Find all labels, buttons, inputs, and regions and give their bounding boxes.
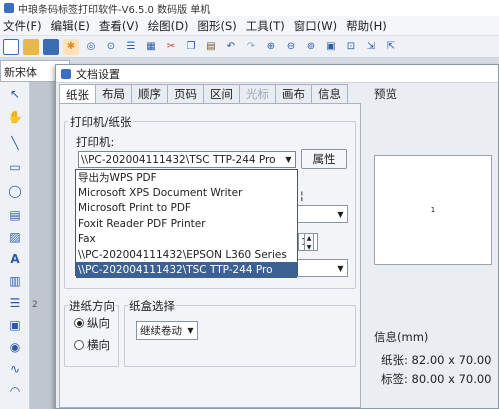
tray-select-value: 继续卷动: [140, 325, 182, 337]
tab-order[interactable]: 顺序: [131, 84, 168, 103]
zoom-fit-icon[interactable]: ⊚: [303, 39, 319, 55]
label-size-info: 标签: 80.00 x 70.00: [381, 372, 492, 386]
preview-label: 预览: [374, 87, 397, 101]
ellipse-tool-icon[interactable]: ◯: [6, 182, 24, 200]
printer-dropdown-list: 导出为WPS PDF Microsoft XPS Document Writer…: [75, 169, 298, 278]
copy-icon[interactable]: ❐: [183, 39, 199, 55]
printer-select[interactable]: \\PC-202004111432\TSC TTP-244 Pro ▼: [78, 151, 296, 168]
barcode-tool-icon[interactable]: ▥: [6, 272, 24, 290]
printer-option-selected[interactable]: \\PC-202004111432\TSC TTP-244 Pro: [76, 262, 297, 278]
tray-group-label: 纸盒选择: [128, 298, 176, 314]
open-folder-icon[interactable]: [23, 38, 39, 55]
chevron-down-icon[interactable]: ▼: [282, 152, 295, 167]
printer-option[interactable]: Fax: [76, 232, 297, 247]
tab-canvas[interactable]: 画布: [275, 84, 312, 103]
image-tool-icon[interactable]: ▨: [6, 228, 24, 246]
dialog-tabs: 纸张 布局 顺序 页码 区间 光标 画布 信息: [59, 84, 348, 104]
printer-label: 打印机:: [76, 135, 115, 149]
qrcode-tool-icon[interactable]: ▣: [6, 316, 24, 334]
dialog-icon: [61, 68, 71, 79]
menu-bar: 文件(F) 编辑(E) 查看(V) 绘图(D) 图形(S) 工具(T) 窗口(W…: [0, 16, 499, 36]
printer-option[interactable]: \\PC-202004111432\EPSON L360 Series: [76, 247, 297, 262]
document-settings-dialog: 文档设置 纸张 布局 顺序 页码 区间 光标 画布 信息 打印机/纸张 打印机:…: [55, 64, 499, 409]
data-source-icon[interactable]: ◎: [83, 39, 99, 55]
distribute-icon[interactable]: ⇱: [383, 39, 399, 55]
menu-file[interactable]: 文件(F): [3, 18, 42, 34]
radio-landscape[interactable]: 横向: [74, 337, 110, 353]
tab-page-number[interactable]: 页码: [167, 84, 204, 103]
main-toolbar: ✱ ◎ ⊙ ☰ ▦ ✂ ❐ ▤ ↶ ↷ ⊕ ⊖ ⊚ ▣ ⊡ ⇲ ⇱: [0, 36, 499, 58]
chevron-down-icon[interactable]: ▼: [334, 260, 347, 276]
stepper-arrows-icon[interactable]: ▲ ▼: [304, 233, 314, 251]
printer-select-value: \\PC-202004111432\TSC TTP-244 Pro: [81, 153, 276, 166]
app-icon: [4, 3, 14, 13]
dialog-title-bar: 文档设置: [56, 65, 498, 83]
tab-cursor: 光标: [239, 84, 276, 103]
search-icon[interactable]: ⊙: [103, 39, 119, 55]
menu-shape[interactable]: 图形(S): [198, 18, 237, 34]
menu-edit[interactable]: 编辑(E): [51, 18, 90, 34]
properties-button[interactable]: 属性: [301, 149, 347, 169]
list-tool-icon[interactable]: ☰: [6, 294, 24, 312]
drawing-tools-panel: ↖ ✋ ╲ ▭ ◯ ▤ ▨ A ▥ ☰ ▣ ◉ ∿ ◠: [0, 82, 30, 409]
undo-icon[interactable]: ↶: [223, 39, 239, 55]
actual-size-icon[interactable]: ⊡: [343, 39, 359, 55]
database-icon[interactable]: ☰: [123, 39, 139, 55]
tab-range[interactable]: 区间: [203, 84, 240, 103]
tray-select[interactable]: 继续卷动 ▼: [136, 321, 198, 340]
new-file-icon[interactable]: [3, 38, 19, 55]
paper-size-info: 纸张: 82.00 x 70.00: [381, 353, 492, 367]
orientation-group-label: 进纸方向: [68, 298, 116, 314]
zoom-page-icon[interactable]: ▣: [323, 39, 339, 55]
save-icon[interactable]: [43, 38, 59, 55]
hand-tool-icon[interactable]: ✋: [6, 108, 24, 126]
radio-unchecked-icon: [74, 340, 84, 350]
radio-checked-icon: [74, 318, 84, 328]
zoom-in-icon[interactable]: ⊕: [263, 39, 279, 55]
rectangle-tool-icon[interactable]: ▭: [6, 158, 24, 176]
printer-option[interactable]: Microsoft Print to PDF: [76, 201, 297, 216]
arc-tool-icon[interactable]: ◠: [6, 382, 24, 400]
tab-layout[interactable]: 布局: [95, 84, 132, 103]
paper-label-partial: ¦: [300, 189, 304, 202]
info-label: 信息(mm): [374, 330, 429, 344]
align-icon[interactable]: ⇲: [363, 39, 379, 55]
menu-view[interactable]: 查看(V): [99, 18, 139, 34]
radio-portrait[interactable]: 纵向: [74, 315, 110, 331]
line-tool-icon[interactable]: ╲: [6, 134, 24, 152]
cut-icon[interactable]: ✂: [163, 39, 179, 55]
font-name-value: 新宋体: [4, 66, 37, 79]
printer-option[interactable]: Microsoft XPS Document Writer: [76, 185, 297, 200]
app-title-bar: 中琅条码标签打印软件-V6.5.0 数码版 单机: [0, 0, 499, 16]
grid-icon[interactable]: ▦: [143, 39, 159, 55]
select-pointer-icon[interactable]: ↖: [6, 85, 24, 103]
tab-info[interactable]: 信息: [311, 84, 348, 103]
dialog-title: 文档设置: [76, 67, 120, 81]
chevron-down-icon[interactable]: ▼: [334, 206, 347, 222]
label-preview: 1: [374, 155, 492, 265]
text-tool-icon[interactable]: A: [6, 250, 24, 268]
printer-option[interactable]: 导出为WPS PDF: [76, 170, 297, 185]
printer-paper-group-label: 打印机/纸张: [68, 114, 134, 130]
stamp-tool-icon[interactable]: ◉: [6, 338, 24, 356]
preview-page-number: 1: [430, 206, 436, 214]
app-title: 中琅条码标签打印软件-V6.5.0 数码版 单机: [18, 4, 211, 16]
tab-paper[interactable]: 纸张: [59, 84, 96, 104]
redo-icon[interactable]: ↷: [243, 39, 259, 55]
zoom-out-icon[interactable]: ⊖: [283, 39, 299, 55]
chevron-down-icon[interactable]: ▼: [184, 323, 197, 338]
printer-option[interactable]: Foxit Reader PDF Printer: [76, 216, 297, 231]
text-box-tool-icon[interactable]: ▤: [6, 206, 24, 224]
menu-tools[interactable]: 工具(T): [246, 18, 285, 34]
menu-window[interactable]: 窗口(W): [294, 18, 337, 34]
ruler-mark: 2: [32, 300, 38, 310]
menu-draw[interactable]: 绘图(D): [148, 18, 189, 34]
settings-gear-icon[interactable]: ✱: [63, 38, 79, 55]
paste-icon[interactable]: ▤: [203, 39, 219, 55]
curve-tool-icon[interactable]: ∿: [6, 360, 24, 378]
menu-help[interactable]: 帮助(H): [346, 18, 387, 34]
